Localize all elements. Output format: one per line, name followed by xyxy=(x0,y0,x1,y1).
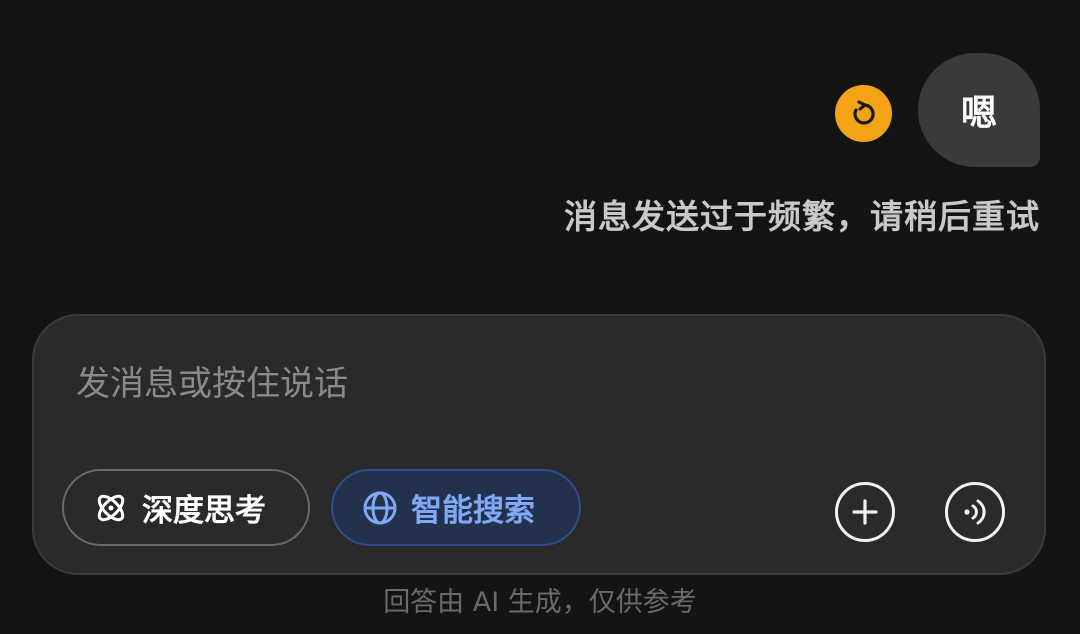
deep-think-toggle[interactable]: 深度思考 xyxy=(62,469,310,546)
message-composer[interactable]: 发消息或按住说话 深度思考 智能搜索 xyxy=(32,314,1046,575)
globe-icon xyxy=(363,491,397,524)
chat-screen: 嗯 消息发送过于频繁，请稍后重试 发消息或按住说话 深度思考 智能搜索 回答由 … xyxy=(0,0,1080,634)
atom-icon xyxy=(97,494,125,521)
message-input[interactable]: 发消息或按住说话 xyxy=(76,356,348,405)
retry-icon xyxy=(852,99,875,125)
retry-button[interactable] xyxy=(835,85,892,142)
smart-search-label: 智能搜索 xyxy=(411,493,535,529)
voice-call-icon xyxy=(964,499,986,525)
add-attachment-button[interactable] xyxy=(835,482,895,542)
error-message: 消息发送过于频繁，请稍后重试 xyxy=(564,197,1040,236)
smart-search-toggle[interactable]: 智能搜索 xyxy=(331,469,581,546)
user-message-text: 嗯 xyxy=(960,93,997,134)
plus-icon xyxy=(852,499,878,525)
voice-call-button[interactable] xyxy=(945,482,1005,542)
deep-think-label: 深度思考 xyxy=(142,493,266,529)
ai-disclaimer: 回答由 AI 生成，仅供参考 xyxy=(383,587,697,618)
user-message-bubble[interactable]: 嗯 xyxy=(918,53,1040,167)
